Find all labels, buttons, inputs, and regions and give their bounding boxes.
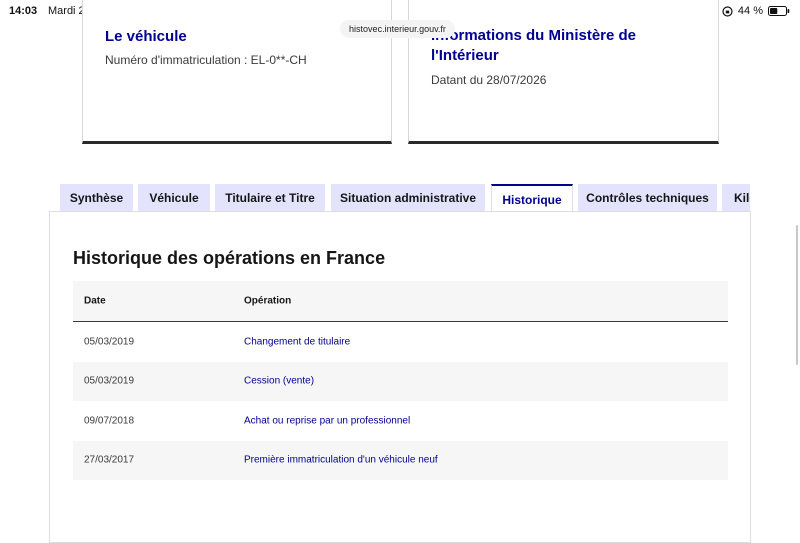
tab-synthese[interactable]: Synthèse: [60, 184, 133, 212]
battery-icon: [768, 6, 790, 16]
table-header: Date Opération: [73, 281, 728, 322]
battery-percent: 44 %: [737, 5, 763, 17]
history-table: Date Opération 05/03/2019 Changement de …: [73, 281, 728, 480]
row-operation: Achat ou reprise par un professionnel: [244, 415, 411, 427]
row-operation: Cession (vente): [244, 375, 315, 387]
row-operation: Première immatriculation d'un véhicule n…: [244, 454, 438, 466]
table-row: 09/07/2018 Achat ou reprise par un profe…: [73, 401, 728, 441]
ministry-date-text: Datant du 28/07/2026: [431, 73, 547, 87]
tab-titulaire-titre[interactable]: Titulaire et Titre: [215, 184, 325, 212]
table-row: 27/03/2017 Première immatriculation d'un…: [73, 440, 728, 480]
row-date: 05/03/2019: [84, 375, 135, 387]
scrollbar[interactable]: [796, 225, 798, 365]
tab-kilometrage[interactable]: Kilo: [722, 184, 750, 212]
ministry-card-title-line2: l'Intérieur: [431, 47, 499, 64]
tab-controles-techniques[interactable]: Contrôles techniques: [578, 184, 717, 212]
header-date: Date: [84, 295, 106, 307]
tab-bar: Synthèse Véhicule Titulaire et Titre Sit…: [60, 184, 750, 212]
ministry-card-title-line1: Informations du Ministère de: [431, 27, 637, 44]
row-operation: Changement de titulaire: [244, 336, 351, 348]
history-title: Historique des opérations en France: [73, 248, 386, 268]
table-row: 05/03/2019 Changement de titulaire: [73, 322, 728, 362]
orientation-lock-icon: [722, 5, 733, 17]
plate-number-text: Numéro d'immatriculation : EL-0**-CH: [105, 53, 307, 67]
status-time: 14:03: [9, 5, 38, 17]
url-bar[interactable]: histovec.interieur.gouv.fr: [340, 20, 455, 38]
tab-situation-administrative[interactable]: Situation administrative: [331, 184, 485, 212]
table-row: 05/03/2019 Cession (vente): [73, 361, 728, 401]
row-date: 05/03/2019: [84, 336, 135, 348]
ministry-info-card: Informations du Ministère de l'Intérieur…: [408, 0, 719, 144]
header-operation: Opération: [244, 295, 292, 307]
row-date: 27/03/2017: [84, 454, 135, 466]
history-panel: Historique des opérations en France Date…: [49, 211, 751, 543]
tab-vehicule[interactable]: Véhicule: [138, 184, 210, 212]
url-text: histovec.interieur.gouv.fr: [349, 24, 446, 34]
vehicle-card-title: Le véhicule: [105, 28, 187, 45]
row-date: 09/07/2018: [84, 415, 135, 427]
tab-historique[interactable]: Historique: [491, 184, 573, 212]
